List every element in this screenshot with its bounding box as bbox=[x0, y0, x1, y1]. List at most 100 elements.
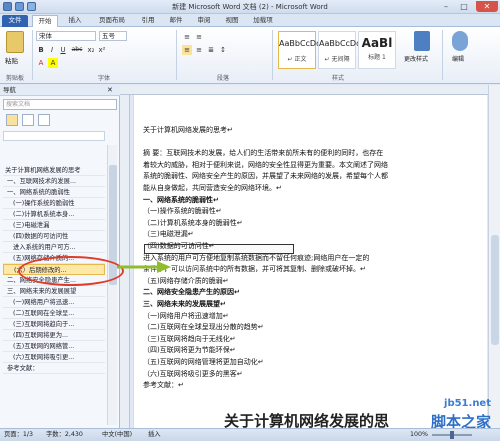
document-line: （二)计算机系统本身的脆弱性↵ bbox=[143, 218, 243, 227]
tab-mailings[interactable]: 邮件 bbox=[164, 15, 188, 27]
change-styles-label: 更改样式 bbox=[404, 56, 429, 63]
italic-button[interactable]: I bbox=[47, 45, 57, 55]
nav-tab-pages-icon[interactable] bbox=[22, 114, 34, 126]
strikethrough-button[interactable]: abc bbox=[70, 45, 84, 55]
paste-icon[interactable] bbox=[6, 31, 24, 53]
document-line: （五)互联网的网络管理将更加自动化↵ bbox=[143, 358, 264, 366]
status-words[interactable]: 字数：2,430 bbox=[46, 429, 83, 441]
scroll-thumb[interactable] bbox=[491, 235, 499, 345]
change-styles-icon[interactable] bbox=[414, 31, 430, 51]
document-line: 系统的脆弱性、网络安全产生的原因，并展望了未来网络的发展，希望每个人都 bbox=[143, 172, 388, 181]
zoom-level[interactable]: 100% bbox=[410, 429, 428, 441]
tab-page-layout[interactable]: 页面布局 bbox=[92, 15, 132, 27]
align-center-button[interactable]: ≡ bbox=[194, 45, 204, 55]
divider bbox=[272, 30, 273, 80]
tab-review[interactable]: 审阅 bbox=[192, 15, 216, 27]
tab-references[interactable]: 引用 bbox=[136, 15, 160, 27]
divider bbox=[176, 30, 177, 80]
subscript-button[interactable]: x₂ bbox=[86, 45, 96, 55]
nav-heading-item[interactable]: 参考文献： bbox=[3, 363, 105, 374]
tab-insert[interactable]: 插入 bbox=[62, 15, 88, 27]
align-right-button[interactable]: ≣ bbox=[206, 45, 216, 55]
document-page[interactable]: 关于计算机网络发展的思考↵ 摘 要：互联网技术的发展，给人们的生活带来前所未有的便… bbox=[133, 95, 487, 430]
document-line: （二)互联网在全球呈现出分散的趋势↵ bbox=[143, 323, 264, 332]
find-binoculars-icon[interactable] bbox=[452, 31, 468, 51]
underline-button[interactable]: U bbox=[58, 45, 68, 55]
tab-addins[interactable]: 加载项 bbox=[248, 15, 278, 27]
style-heading-1[interactable]: AaBl 标题 1 bbox=[358, 31, 396, 69]
style-normal[interactable]: AaBbCcDd ↵ 正文 bbox=[278, 31, 322, 69]
nav-collapse-bar[interactable] bbox=[3, 131, 105, 141]
green-arrow-icon bbox=[117, 261, 171, 273]
nav-heading-item[interactable]: (三)电磁泄漏 bbox=[3, 220, 105, 231]
maximize-button[interactable]: □ bbox=[456, 1, 472, 12]
document-line: 二、网络安全隐患产生的原因↵ bbox=[143, 288, 240, 297]
nav-heading-item[interactable]: 一、互联网技术的发展... bbox=[3, 176, 105, 187]
document-line: 关于计算机网络发展的思考↵ bbox=[143, 126, 233, 134]
tab-view[interactable]: 视图 bbox=[220, 15, 244, 27]
font-size-select[interactable]: 五号 bbox=[99, 31, 127, 41]
nav-heading-item[interactable]: (一)网络用户将迅速... bbox=[3, 297, 105, 308]
nav-search-input[interactable]: 搜索文档 bbox=[3, 99, 117, 110]
style-sample: AaBl bbox=[361, 36, 393, 50]
document-line: 三、网络未来的发展展望↵ bbox=[143, 300, 226, 308]
nav-heading-item[interactable]: 关于计算机网络发展的思考 bbox=[3, 165, 105, 176]
horizontal-ruler[interactable] bbox=[120, 85, 488, 95]
paragraph-group-label: 段落 bbox=[216, 75, 229, 82]
style-no-spacing[interactable]: AaBbCcDd ↵ 无间隔 bbox=[318, 31, 362, 69]
tab-file[interactable]: 文件 bbox=[2, 15, 28, 27]
minimize-button[interactable]: – bbox=[438, 1, 454, 12]
style-sample: AaBbCcDd bbox=[279, 39, 322, 48]
nav-heading-item[interactable]: (二)互联网在全球呈... bbox=[3, 308, 105, 319]
nav-heading-item[interactable]: 进入系统的用户可方... bbox=[3, 242, 105, 253]
nav-heading-item[interactable]: (二)计算机系统本身... bbox=[3, 209, 105, 220]
nav-heading-item[interactable]: 三、网络未来的发展展望 bbox=[3, 286, 105, 297]
selected-text-box bbox=[144, 244, 294, 254]
nav-heading-item[interactable]: (三)互联网将趋向于... bbox=[3, 319, 105, 330]
nav-tab-headings-icon[interactable] bbox=[6, 114, 18, 126]
document-line: 着较大的威胁，相对于便利来说，网络的安全性显得更为重要。本文阐述了网络 bbox=[143, 160, 388, 169]
bold-button[interactable]: B bbox=[36, 45, 46, 55]
document-line: （一)网络用户将迅速增加↵ bbox=[143, 311, 229, 320]
document-line: 参考文献：↵ bbox=[143, 381, 184, 390]
nav-tab-results-icon[interactable] bbox=[38, 114, 50, 126]
nav-scrollbar[interactable] bbox=[107, 145, 117, 425]
watermark-site: jb51.net bbox=[444, 398, 491, 409]
nav-heading-item[interactable]: (四)数据的可访问性 bbox=[3, 231, 105, 242]
nav-heading-item[interactable]: (一)操作系统的脆弱性 bbox=[3, 198, 105, 209]
document-line: （三)电磁泄漏↵ bbox=[143, 230, 194, 239]
nav-heading-item[interactable]: (六)互联网将吸引更... bbox=[3, 352, 105, 363]
style-sample: AaBbCcDd bbox=[319, 39, 362, 48]
style-name: 标题 1 bbox=[368, 54, 386, 61]
document-line: 条件下，可以访问系统中的所有数据，并可将其复制、删除或破坏掉。↵ bbox=[143, 265, 366, 274]
highlight-button[interactable]: A bbox=[48, 58, 58, 68]
nav-heading-item[interactable]: (四)互联网将更为... bbox=[3, 330, 105, 341]
nav-heading-item[interactable]: 一、网络系统的脆弱性 bbox=[3, 187, 105, 198]
status-mode[interactable]: 插入 bbox=[148, 429, 161, 441]
status-page[interactable]: 页面：1/3 bbox=[4, 429, 33, 441]
close-icon[interactable]: ✕ bbox=[107, 86, 113, 94]
status-language[interactable]: 中文(中国) bbox=[102, 429, 132, 441]
tab-home[interactable]: 开始 bbox=[32, 15, 58, 27]
editing-label: 编辑 bbox=[452, 56, 465, 63]
document-line: 能从自身做起，共同营造安全的网络环境。↵ bbox=[143, 184, 282, 192]
document-line: 摘 要：互联网技术的发展，给人们的生活带来前所未有的便利的同时，也存在 bbox=[143, 149, 384, 158]
align-left-button[interactable]: ≡ bbox=[182, 45, 192, 55]
font-name-select[interactable]: 宋体 bbox=[36, 31, 96, 41]
ribbon-tabs: 文件 开始 插入 页面布局 引用 邮件 审阅 视图 加载项 bbox=[0, 14, 500, 27]
document-line: 进入系统的用户可方便地复制系统数据而不留任何痕迹;网络用户在一定的 bbox=[143, 253, 370, 262]
nav-search-placeholder: 搜索文档 bbox=[6, 101, 31, 108]
font-color-button[interactable]: A bbox=[36, 58, 46, 68]
nav-heading-item[interactable]: (五)互联网的网络管... bbox=[3, 341, 105, 352]
bullets-button[interactable]: ≡ bbox=[182, 32, 192, 42]
red-annotation-circle bbox=[18, 256, 124, 286]
style-name: ↵ 无间隔 bbox=[324, 56, 350, 63]
document-line: （一)操作系统的脆弱性↵ bbox=[143, 207, 222, 216]
zoom-slider-knob[interactable] bbox=[450, 431, 454, 439]
line-spacing-button[interactable]: ↕ bbox=[218, 45, 228, 55]
numbering-button[interactable]: ≡ bbox=[194, 32, 204, 42]
vertical-scrollbar[interactable] bbox=[488, 85, 500, 428]
superscript-button[interactable]: x² bbox=[97, 45, 107, 55]
close-button[interactable]: ✕ bbox=[476, 1, 498, 12]
style-name: ↵ 正文 bbox=[287, 56, 307, 63]
